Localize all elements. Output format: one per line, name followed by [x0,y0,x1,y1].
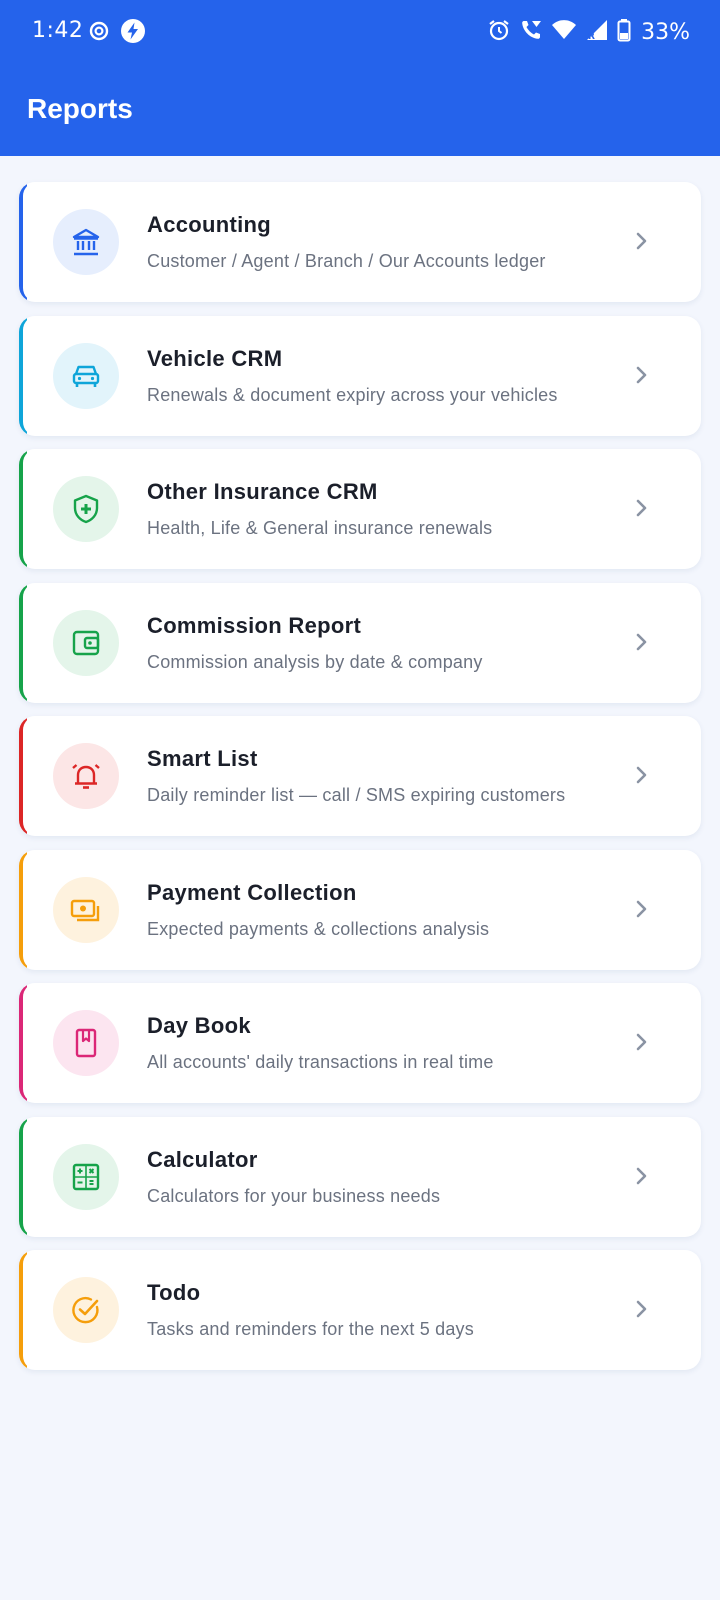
cash-icon [53,876,119,943]
report-card-smart-list[interactable]: Smart List Daily reminder list — call / S… [19,716,701,836]
report-subtitle: Daily reminder list — call / SMS expirin… [147,785,566,805]
report-title: Calculator [147,1146,258,1172]
status-time: 1:42 [32,18,84,43]
chevron-right-icon [629,363,653,387]
chevron-right-icon [629,763,653,787]
report-title: Day Book [147,1013,251,1038]
report-subtitle: Expected payments & collections analysis [147,918,490,939]
report-subtitle: Customer / Agent / Branch / Our Accounts… [147,251,546,271]
chevron-right-icon [629,897,653,921]
alarm-bell-icon [53,743,119,809]
report-title: Todo [147,1280,201,1305]
report-subtitle: Tasks and reminders for the next 5 days [147,1319,474,1339]
alarm-icon [487,18,511,47]
report-subtitle: Renewals & document expiry across your v… [147,384,558,405]
report-title: Payment Collection [147,879,357,905]
status-bar: 1:42 R 33% [0,0,720,64]
page-title: Reports [27,93,133,124]
bookmark-book-icon [53,1010,119,1076]
report-title: Other Insurance CRM [147,479,378,504]
svg-text:R: R [588,32,595,42]
signal-icon: R [585,18,609,47]
report-card-commission-report[interactable]: Commission Report Commission analysis by … [19,582,701,703]
chevron-right-icon [629,1030,653,1054]
report-card-other-insurance-crm[interactable]: Other Insurance CRM Health, Life & Genera… [19,449,701,569]
chevron-right-icon [629,630,653,654]
check-circle-icon [53,1277,119,1343]
report-card-payment-collection[interactable]: Payment Collection Expected payments & co… [19,849,701,970]
report-title: Vehicle CRM [147,345,283,371]
report-title: Smart List [147,746,258,771]
wifi-icon [551,19,577,46]
battery-percent: 33% [641,20,690,45]
report-subtitle: Health, Life & General insurance renewal… [147,518,493,538]
report-subtitle: Commission analysis by date & company [147,651,483,672]
chevron-right-icon [629,1164,653,1188]
report-card-vehicle-crm[interactable]: Vehicle CRM Renewals & document expiry ac… [19,315,701,436]
settings-circle-icon [88,20,110,47]
battery-icon [617,18,631,47]
app-bar: Reports [0,64,720,156]
chevron-right-icon [629,229,653,253]
shield-plus-icon [53,476,119,542]
chevron-right-icon [629,496,653,520]
chevron-right-icon [629,1297,653,1321]
report-list: Accounting Customer / Agent / Branch / Ou… [19,182,701,1384]
bolt-icon [120,18,146,49]
report-card-todo[interactable]: Todo Tasks and reminders for the next 5 d… [19,1250,701,1370]
report-title: Commission Report [147,612,362,638]
report-card-calculator[interactable]: Calculator Calculators for your business … [19,1116,701,1237]
report-card-accounting[interactable]: Accounting Customer / Agent / Branch / Ou… [19,182,701,302]
wallet-icon [53,609,119,676]
bank-icon [53,209,119,275]
wifi-call-icon [519,18,543,47]
car-icon [53,342,119,409]
report-title: Accounting [147,212,271,237]
report-subtitle: All accounts' daily transactions in real… [147,1052,494,1072]
report-subtitle: Calculators for your business needs [147,1185,441,1206]
report-card-day-book[interactable]: Day Book All accounts' daily transactions… [19,983,701,1103]
calculator-icon [53,1143,119,1210]
